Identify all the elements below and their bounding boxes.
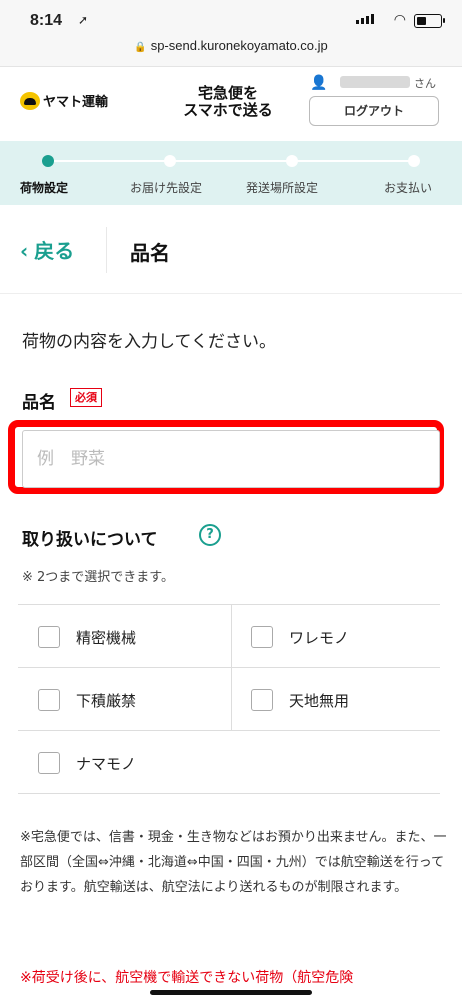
checkbox[interactable] (251, 626, 273, 648)
progress-line (48, 160, 414, 162)
step-label-2: お届け先設定 (130, 181, 203, 195)
lock-icon: 🔒 (134, 42, 147, 53)
option-precision-machinery[interactable]: 精密機械 (18, 606, 230, 666)
service-title-line2: スマホで送る (183, 101, 273, 119)
checkbox[interactable] (38, 752, 60, 774)
service-title-line1: 宅急便を (197, 84, 258, 102)
item-name-label: 品名 (22, 393, 56, 413)
status-bar: 8:14 ➚ ◠ (0, 0, 462, 38)
step-dot-4 (408, 155, 420, 167)
home-indicator[interactable] (150, 990, 312, 995)
page-title: 品名 (130, 241, 170, 265)
logout-button[interactable]: ログアウト (309, 96, 439, 126)
back-button[interactable]: ‹ 戻る (20, 235, 74, 264)
chevron-left-icon: ‹ (20, 239, 29, 263)
logo-text: ヤマト運輸 (43, 95, 109, 110)
progress-steps: 荷物設定 お届け先設定 発送場所設定 お支払い (0, 141, 462, 205)
site-header: ヤマト運輸 宅急便を スマホで送る 👤 さん ログアウト (0, 67, 462, 141)
address-bar[interactable]: 🔒 sp-send.kuronekoyamato.co.jp (0, 38, 462, 67)
checkbox[interactable] (38, 689, 60, 711)
option-perishable[interactable]: ナマモノ (18, 732, 230, 792)
required-badge: 必須 (70, 388, 102, 407)
step-dot-3 (286, 155, 298, 167)
handling-title: 取り扱いについて (22, 530, 158, 550)
user-name-redacted (340, 76, 410, 88)
step-dot-1 (42, 155, 54, 167)
option-label: 下積厳禁 (76, 692, 137, 710)
battery-icon (414, 14, 445, 28)
option-label: ワレモノ (289, 629, 350, 647)
checkbox[interactable] (251, 689, 273, 711)
user-suffix: さん (414, 77, 436, 90)
intro-text: 荷物の内容を入力してください。 (22, 332, 276, 352)
grid-line (18, 793, 440, 794)
option-label: ナマモノ (76, 755, 137, 773)
step-label-4: お支払い (384, 181, 433, 195)
grid-line (18, 604, 440, 605)
grid-line (18, 667, 440, 668)
step-dot-2 (164, 155, 176, 167)
user-info: 👤 さん (310, 73, 440, 93)
signal-icon (356, 14, 374, 24)
grid-line (18, 730, 440, 731)
service-title: 宅急便を スマホで送る (180, 85, 276, 119)
option-fragile[interactable]: ワレモノ (231, 606, 440, 666)
step-label-3: 発送場所設定 (246, 181, 319, 195)
checkbox[interactable] (38, 626, 60, 648)
option-label: 天地無用 (289, 692, 350, 710)
yamato-logo[interactable]: ヤマト運輸 (20, 91, 108, 110)
nav-divider (106, 227, 107, 273)
address-url: sp-send.kuronekoyamato.co.jp (150, 38, 328, 53)
user-icon: 👤 (310, 75, 328, 91)
footnote-text: ※宅急便では、信書・現金・生き物などはお預かり出来ません。また、一部区間（全国⇔… (20, 830, 447, 895)
option-do-not-stack[interactable]: 下積厳禁 (18, 669, 230, 729)
option-this-side-up[interactable]: 天地無用 (231, 669, 440, 729)
wifi-icon: ◠ (393, 12, 406, 28)
option-label: 精密機械 (76, 629, 137, 647)
black-cat-logo-icon (20, 91, 40, 110)
status-time: 8:14 (30, 12, 63, 29)
back-label: 戻る (34, 239, 75, 263)
item-name-input[interactable] (22, 430, 440, 488)
page-nav: ‹ 戻る 品名 (0, 205, 462, 294)
location-arrow-icon: ➚ (78, 13, 89, 27)
warning-text: ※荷受け後に、航空機で輸送できない荷物（航空危険 (20, 970, 354, 986)
step-label-1: 荷物設定 (20, 181, 69, 195)
handling-note: ※ 2つまで選択できます。 (22, 570, 174, 585)
help-question-icon[interactable]: ? (199, 524, 221, 546)
